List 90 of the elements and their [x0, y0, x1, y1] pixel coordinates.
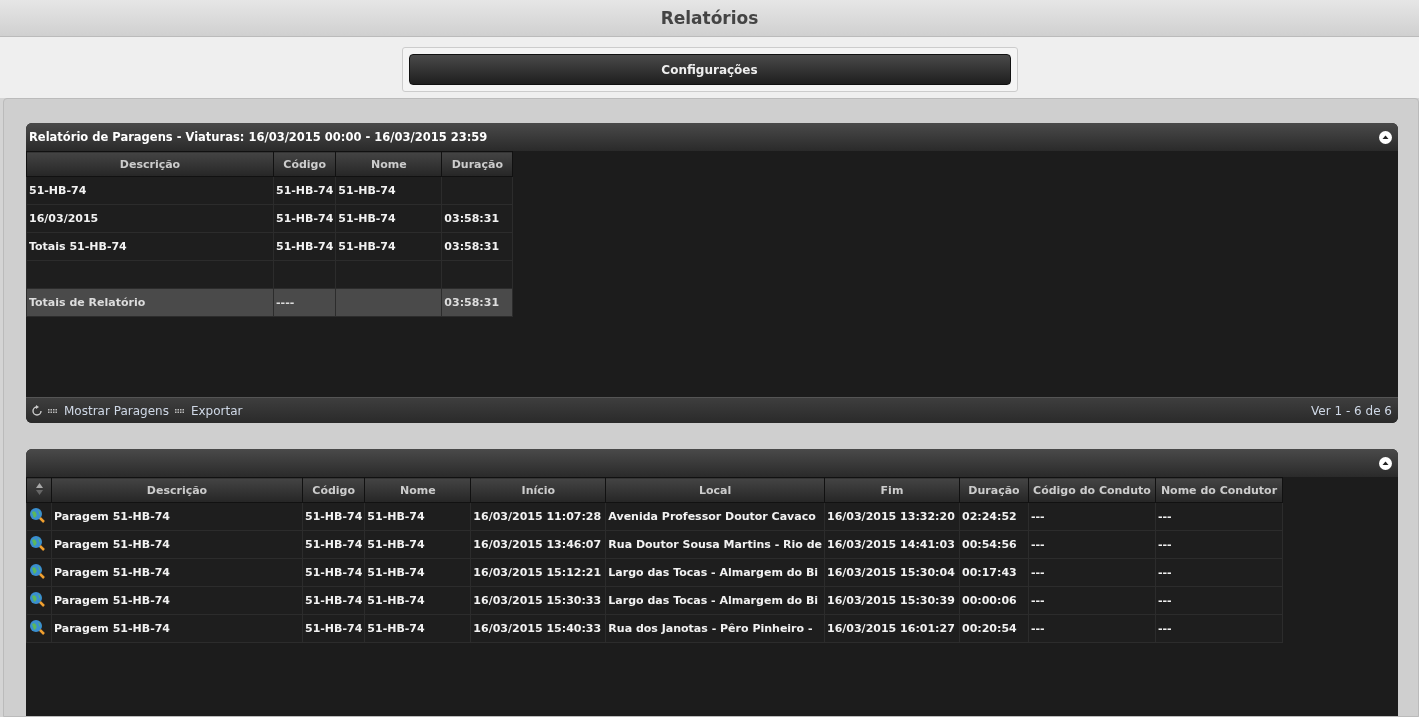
table-cell: 16/03/2015 — [26, 204, 274, 233]
total-cell: ---- — [273, 288, 336, 317]
column-header[interactable]: Descrição — [51, 477, 303, 503]
table-cell: 51-HB-74 — [273, 176, 336, 205]
table-cell: 00:00:06 — [959, 586, 1029, 615]
table-cell: 51-HB-74 — [273, 204, 336, 233]
table-cell: Paragem 51-HB-74 — [51, 530, 303, 559]
table-cell: --- — [1155, 586, 1283, 615]
settings-button[interactable]: Configurações — [408, 54, 1011, 85]
table-cell: 51-HB-74 — [302, 586, 365, 615]
table-cell: 51-HB-74 — [302, 614, 365, 643]
table-cell: 16/03/2015 15:40:33 — [470, 614, 606, 643]
table-cell: 51-HB-74 — [364, 530, 471, 559]
globe-magnifier-icon[interactable] — [29, 535, 45, 551]
column-header[interactable]: Local — [605, 477, 825, 503]
table-cell: 00:17:43 — [959, 558, 1029, 587]
table-cell: Rua Doutor Sousa Martins - Rio de — [605, 530, 825, 559]
table-cell: 51-HB-74 — [335, 176, 442, 205]
footer-link[interactable]: Exportar — [190, 403, 243, 418]
table-cell: 51-HB-74 — [364, 502, 471, 531]
table-cell: Totais 51-HB-74 — [26, 232, 274, 261]
table-cell: --- — [1155, 558, 1283, 587]
collapse-icon[interactable] — [1379, 130, 1392, 144]
table-cell: 16/03/2015 15:12:21 — [470, 558, 606, 587]
panel-title: Relatório de Paragens - Viaturas: 16/03/2015 00:00 - 16/03/2015 23:59 — [29, 130, 488, 144]
table-cell: Largo das Tocas - Almargem do Bi — [605, 558, 825, 587]
table-cell: 51-HB-74 — [302, 530, 365, 559]
globe-magnifier-icon[interactable] — [29, 591, 45, 607]
table-cell: Paragem 51-HB-74 — [51, 558, 303, 587]
grip-icon — [174, 408, 185, 413]
table-cell: 16/03/2015 11:07:28 — [470, 502, 606, 531]
sort-header[interactable] — [26, 477, 52, 503]
table-cell: Paragem 51-HB-74 — [51, 614, 303, 643]
table-cell: Avenida Professor Doutor Cavaco — [605, 502, 825, 531]
table-cell: 00:54:56 — [959, 530, 1029, 559]
page-title: Relatórios — [660, 8, 759, 28]
table-cell: 51-HB-74 — [26, 176, 274, 205]
globe-magnifier-icon[interactable] — [29, 619, 45, 635]
table-cell: 51-HB-74 — [335, 232, 442, 261]
table-cell: 51-HB-74 — [302, 502, 365, 531]
table-cell: --- — [1155, 530, 1283, 559]
table-cell: --- — [1028, 586, 1156, 615]
column-header[interactable]: Descrição — [26, 151, 274, 177]
table-cell: 02:24:52 — [959, 502, 1029, 531]
column-header[interactable]: Fim — [824, 477, 960, 503]
table-cell: Paragem 51-HB-74 — [51, 586, 303, 615]
table-cell: 51-HB-74 — [364, 558, 471, 587]
table-cell: --- — [1028, 502, 1156, 531]
table-cell: 51-HB-74 — [335, 204, 442, 233]
table-cell: 00:20:54 — [959, 614, 1029, 643]
column-header[interactable]: Código — [273, 151, 336, 177]
column-header[interactable]: Código — [302, 477, 365, 503]
table-cell: 51-HB-74 — [364, 586, 471, 615]
table-cell: Paragem 51-HB-74 — [51, 502, 303, 531]
table-cell: --- — [1028, 558, 1156, 587]
table-cell: 16/03/2015 16:01:27 — [824, 614, 960, 643]
total-cell: 03:58:31 — [441, 288, 513, 317]
table-cell: --- — [1155, 614, 1283, 643]
table-cell: 16/03/2015 15:30:04 — [824, 558, 960, 587]
table-cell: 16/03/2015 13:46:07 — [470, 530, 606, 559]
table-cell: 51-HB-74 — [364, 614, 471, 643]
collapse-icon[interactable] — [1379, 456, 1392, 470]
column-header[interactable]: Nome — [364, 477, 471, 503]
globe-magnifier-icon[interactable] — [29, 507, 45, 523]
column-header[interactable]: Código do Conduto — [1028, 477, 1156, 503]
table-cell: 03:58:31 — [441, 232, 513, 261]
pager-text: Ver 1 - 6 de 6 — [1311, 403, 1392, 418]
table-cell: Rua dos Janotas - Pêro Pinheiro - — [605, 614, 825, 643]
table-cell: --- — [1028, 530, 1156, 559]
refresh-icon[interactable] — [32, 404, 42, 417]
table-cell: 16/03/2015 14:41:03 — [824, 530, 960, 559]
column-header[interactable]: Nome — [335, 151, 442, 177]
table-cell: Largo das Tocas - Almargem do Bi — [605, 586, 825, 615]
column-header[interactable]: Início — [470, 477, 606, 503]
table-cell: 51-HB-74 — [302, 558, 365, 587]
table-cell: 16/03/2015 15:30:39 — [824, 586, 960, 615]
globe-magnifier-icon[interactable] — [29, 563, 45, 579]
table-cell: 16/03/2015 15:30:33 — [470, 586, 606, 615]
footer-link[interactable]: Mostrar Paragens — [64, 403, 169, 418]
table-cell: 51-HB-74 — [273, 232, 336, 261]
column-header[interactable]: Duração — [959, 477, 1029, 503]
table-cell: --- — [1028, 614, 1156, 643]
grip-icon — [48, 408, 58, 413]
table-cell: --- — [1155, 502, 1283, 531]
total-cell: Totais de Relatório — [26, 288, 274, 317]
column-header[interactable]: Nome do Condutor — [1155, 477, 1283, 503]
column-header[interactable]: Duração — [441, 151, 513, 177]
sort-icon — [35, 482, 43, 495]
table-cell: 16/03/2015 13:32:20 — [824, 502, 960, 531]
table-cell: 03:58:31 — [441, 204, 513, 233]
